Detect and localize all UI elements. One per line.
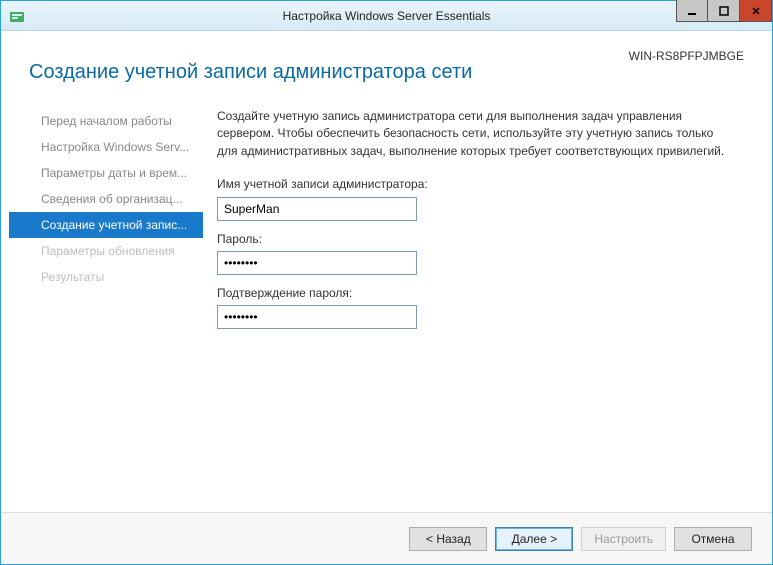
maximize-button[interactable] bbox=[708, 0, 740, 22]
page-title: Создание учетной записи администратора с… bbox=[29, 61, 744, 84]
sidebar-item-create-account: Создание учетной запис... bbox=[9, 212, 203, 238]
username-input[interactable] bbox=[217, 197, 417, 221]
machine-name: WIN-RS8PFPJMBGE bbox=[629, 49, 744, 63]
titlebar: Настройка Windows Server Essentials bbox=[1, 1, 772, 31]
app-icon bbox=[9, 8, 25, 24]
back-button[interactable]: < Назад bbox=[409, 527, 487, 551]
sidebar-item-windows-server: Настройка Windows Serv... bbox=[9, 134, 203, 160]
window-frame: Настройка Windows Server Essentials WIN-… bbox=[0, 0, 773, 565]
username-label: Имя учетной записи администратора: bbox=[217, 176, 744, 193]
close-button[interactable] bbox=[740, 0, 772, 22]
confirm-label: Подтверждение пароля: bbox=[217, 285, 744, 302]
footer: < Назад Далее > Настроить Отмена bbox=[1, 512, 772, 564]
sidebar-item-organization: Сведения об организац... bbox=[9, 186, 203, 212]
confirm-password-input[interactable] bbox=[217, 305, 417, 329]
sidebar-item-results: Результаты bbox=[9, 264, 203, 290]
sidebar-item-date-time: Параметры даты и врем... bbox=[9, 160, 203, 186]
cancel-button[interactable]: Отмена bbox=[674, 527, 752, 551]
next-button[interactable]: Далее > bbox=[495, 527, 573, 551]
sidebar-item-update-settings: Параметры обновления bbox=[9, 238, 203, 264]
password-field-group: Пароль: bbox=[217, 231, 744, 275]
window-title: Настройка Windows Server Essentials bbox=[1, 9, 772, 23]
configure-button[interactable]: Настроить bbox=[581, 527, 666, 551]
window-controls bbox=[676, 0, 772, 22]
sidebar-item-before-begin: Перед началом работы bbox=[9, 108, 203, 134]
password-input[interactable] bbox=[217, 251, 417, 275]
password-label: Пароль: bbox=[217, 231, 744, 248]
minimize-button[interactable] bbox=[676, 0, 708, 22]
header: WIN-RS8PFPJMBGE Создание учетной записи … bbox=[1, 31, 772, 98]
sidebar: Перед началом работы Настройка Windows S… bbox=[9, 102, 203, 512]
confirm-field-group: Подтверждение пароля: bbox=[217, 285, 744, 329]
username-field-group: Имя учетной записи администратора: bbox=[217, 176, 744, 220]
content-description: Создайте учетную запись администратора с… bbox=[217, 108, 737, 160]
body: Перед началом работы Настройка Windows S… bbox=[1, 98, 772, 512]
content-area: Создайте учетную запись администратора с… bbox=[203, 102, 764, 512]
